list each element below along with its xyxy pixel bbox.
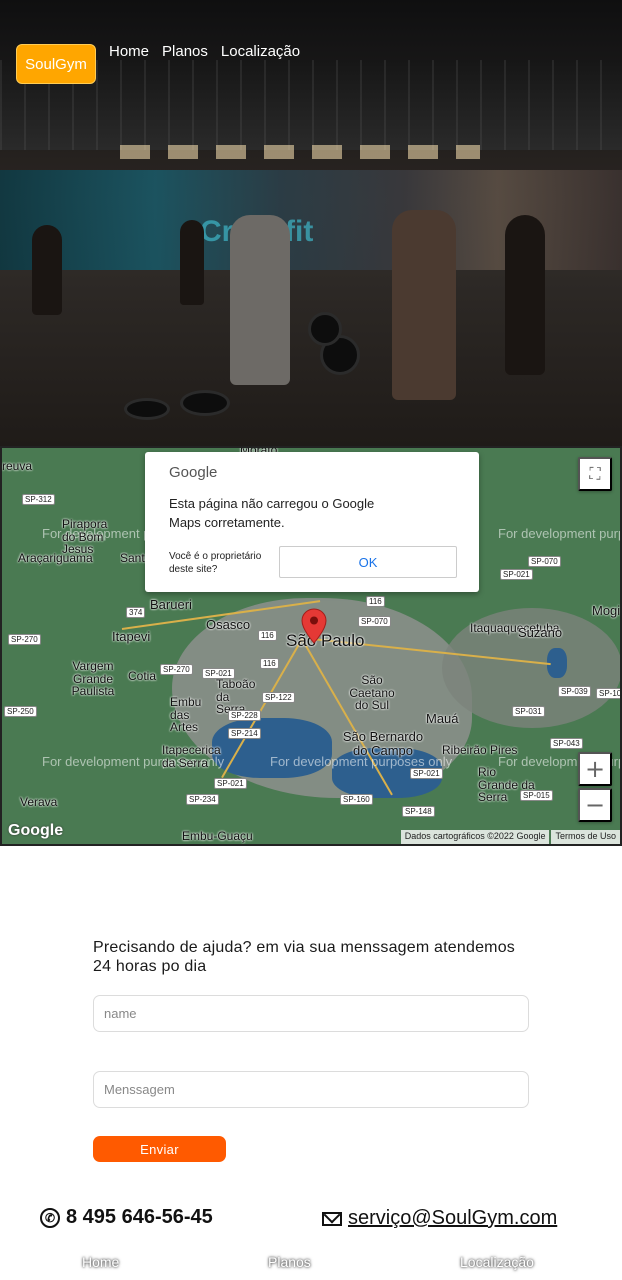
map-city-label: Cotia xyxy=(128,669,157,683)
ok-button[interactable]: OK xyxy=(279,546,457,578)
map-city-label: Verava xyxy=(20,795,58,809)
highway-label: SP-160 xyxy=(340,794,373,805)
name-field[interactable] xyxy=(93,995,529,1032)
map-pin-icon[interactable] xyxy=(301,608,327,644)
map-city-label: Osasco xyxy=(206,617,251,632)
message-field[interactable] xyxy=(93,1071,529,1108)
map-city-label: Suzano xyxy=(518,625,563,640)
highway-label: SP-250 xyxy=(4,706,37,717)
athlete-figure xyxy=(230,215,290,385)
highway-label: SP-102 xyxy=(596,688,620,699)
highway-label: SP-270 xyxy=(160,664,193,675)
send-button[interactable]: Enviar xyxy=(93,1136,226,1162)
highway-label: SP-021 xyxy=(500,569,533,580)
map-embed[interactable]: For development purposes only For develo… xyxy=(0,446,622,846)
map-reservoir xyxy=(212,718,332,778)
email-link[interactable]: serviço@SoulGym.com xyxy=(348,1207,557,1230)
highway-label: SP-070 xyxy=(528,556,561,567)
dev-watermark: For development purposes only xyxy=(498,526,620,541)
map-city-label: Embu das Artes xyxy=(170,695,202,735)
contact-heading: Precisando de ajuda? em via sua menssage… xyxy=(93,939,515,975)
footer-nav-planos[interactable]: Planos xyxy=(268,1254,311,1270)
mail-icon xyxy=(322,1211,342,1226)
email-contact[interactable]: serviço@SoulGym.com xyxy=(322,1207,557,1230)
athlete-figure xyxy=(32,225,62,315)
phone-contact[interactable]: ✆ 8 495 646-56-45 xyxy=(40,1206,213,1229)
brand-logo[interactable]: SoulGym xyxy=(16,44,96,84)
highway-label: SP-021 xyxy=(214,778,247,789)
map-city-label: Ribeirão Pires xyxy=(442,743,518,757)
map-city-label: reuva xyxy=(2,459,33,473)
map-city-label: Itapecerica da Serra xyxy=(162,743,221,770)
map-city-label: Mogi xyxy=(592,603,621,618)
highway-label: SP-312 xyxy=(22,494,55,505)
footer-nav-home[interactable]: Home xyxy=(82,1254,119,1270)
nav-planos[interactable]: Planos xyxy=(162,43,208,60)
highway-label: SP-270 xyxy=(8,634,41,645)
owner-question: Você é o proprietário deste site? xyxy=(169,551,262,575)
top-nav: Home Planos Localização xyxy=(109,43,300,60)
highway-label: SP-031 xyxy=(512,706,545,717)
contact-section: Precisando de ajuda? em via sua menssage… xyxy=(93,938,533,976)
highway-label: SP-043 xyxy=(550,738,583,749)
weight-plate xyxy=(308,312,342,346)
nav-localizacao[interactable]: Localização xyxy=(221,43,300,60)
google-wordmark[interactable]: Google xyxy=(8,822,63,840)
map-city-label: Mauá xyxy=(426,711,459,726)
google-logo: Google xyxy=(169,464,218,481)
map-city-label: São Caetano do Sul xyxy=(349,673,395,713)
highway-label: SP-122 xyxy=(262,692,295,703)
weight-plate xyxy=(180,390,230,416)
highway-label: 374 xyxy=(126,607,146,618)
highway-label: SP-021 xyxy=(410,768,443,779)
map-attribution: Dados cartográficos ©2022 Google Termos … xyxy=(400,830,620,844)
map-city-label: Itapevi xyxy=(112,629,151,644)
highway-label: SP-021 xyxy=(202,668,235,679)
highway-label: 116 xyxy=(260,658,279,669)
highway-label: SP-148 xyxy=(402,806,435,817)
athlete-figure xyxy=(392,210,456,400)
terms-link[interactable]: Termos de Uso xyxy=(551,830,620,844)
highway-label: SP-234 xyxy=(186,794,219,805)
highway-label: SP-214 xyxy=(228,728,261,739)
footer-nav-localizacao[interactable]: Localização xyxy=(460,1254,534,1270)
map-city-label: Barueri xyxy=(150,597,192,612)
highway-label: SP-228 xyxy=(228,710,261,721)
highway-label: SP-070 xyxy=(358,616,391,627)
maps-error-dialog: Google Esta página não carregou o Google… xyxy=(145,452,479,592)
map-city-label: Araçariguama xyxy=(18,551,93,565)
phone-icon: ✆ xyxy=(40,1207,60,1228)
highway-label: 116 xyxy=(258,630,277,641)
fullscreen-icon[interactable]: ⛶ xyxy=(578,457,612,491)
map-city-label: Embu-Guaçu xyxy=(182,829,253,843)
footer-nav: Home Planos Localização xyxy=(0,1254,622,1274)
map-city-label: São Bernardo do Campo xyxy=(342,729,424,758)
nav-home[interactable]: Home xyxy=(109,43,149,60)
athlete-figure xyxy=(180,220,204,305)
highway-label: SP-015 xyxy=(520,790,553,801)
weight-plate xyxy=(124,398,170,420)
ceiling-lights xyxy=(120,145,480,159)
phone-number: 8 495 646-56-45 xyxy=(66,1206,213,1228)
map-data-credit: Dados cartográficos ©2022 Google xyxy=(400,830,550,844)
map-city-label: Vargem Grande Paulista xyxy=(71,659,115,699)
highway-label: SP-039 xyxy=(558,686,591,697)
highway-label: 116 xyxy=(366,596,385,607)
zoom-in-button[interactable]: + xyxy=(578,752,612,786)
zoom-out-button[interactable]: − xyxy=(578,788,612,822)
error-message: Esta página não carregou o Google Maps c… xyxy=(169,496,375,530)
athlete-figure xyxy=(505,215,545,375)
hero-section: Crossfit SoulGym Home Planos Localização xyxy=(0,0,622,446)
